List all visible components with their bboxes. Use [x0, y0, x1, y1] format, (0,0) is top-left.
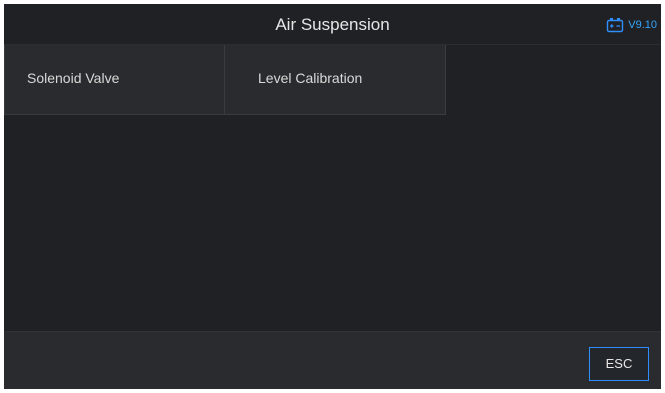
- esc-button[interactable]: ESC: [589, 347, 649, 381]
- function-menu: Solenoid Valve Level Calibration: [4, 45, 661, 116]
- version-label: V9.10: [628, 19, 657, 31]
- header-bar: Air Suspension V9.10: [4, 4, 661, 45]
- app-screen: Air Suspension V9.10 Solenoid Valve Leve…: [4, 4, 661, 389]
- battery-icon: [606, 17, 624, 33]
- menu-item-label: Level Calibration: [258, 70, 363, 86]
- footer-bar: ESC: [4, 331, 661, 389]
- menu-item-label: Solenoid Valve: [27, 70, 120, 86]
- status-area: V9.10: [606, 17, 657, 33]
- menu-item-level-calibration[interactable]: Level Calibration: [224, 45, 446, 115]
- page-title: Air Suspension: [275, 15, 390, 34]
- menu-item-solenoid-valve[interactable]: Solenoid Valve: [4, 45, 225, 115]
